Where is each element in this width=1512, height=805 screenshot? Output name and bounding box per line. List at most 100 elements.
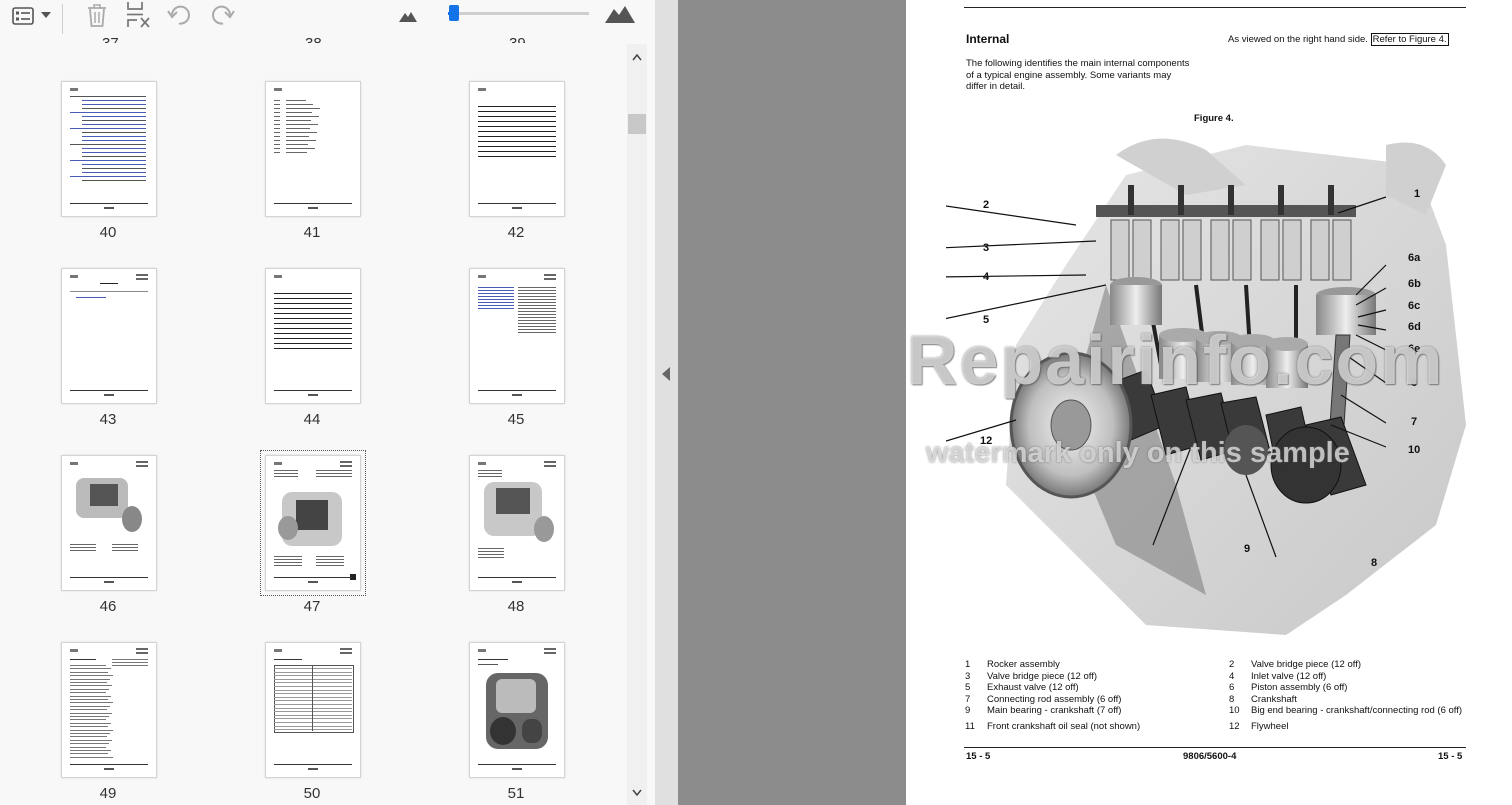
thumbnail-panel: 37 38 39 40 41 42 43 44 45 46 47 48 49 50 51	[0, 0, 655, 805]
legend-text: Exhaust valve (12 off)	[987, 682, 1079, 693]
legend-number: 2	[1229, 659, 1235, 670]
legend-text: Piston assembly (6 off)	[1251, 682, 1348, 693]
thumbnail-scrollbar[interactable]	[627, 44, 647, 805]
legend-number: 11	[965, 720, 975, 732]
legend-row: 5 Exhaust valve (12 off) 6 Piston assembly …	[965, 682, 1469, 694]
page-thumbnail[interactable]	[260, 450, 366, 596]
page-thumbnail[interactable]	[469, 268, 565, 404]
callout-label: 1	[1414, 188, 1421, 200]
legend-number: 10	[1229, 705, 1240, 716]
page-number-label[interactable]: 49	[60, 785, 156, 802]
page-number-label[interactable]: 47	[264, 598, 360, 615]
page-number-label[interactable]: 42	[468, 224, 564, 241]
page-thumbnail[interactable]	[469, 81, 565, 217]
document-page: Internal As viewed on the right hand sid…	[906, 0, 1512, 805]
page-number-label[interactable]: 51	[468, 785, 564, 802]
legend-row: 9 Main bearing - crankshaft (7 off) 10 Big …	[965, 705, 1469, 717]
legend-number: 7	[965, 693, 971, 705]
page-label-partial: 37	[102, 35, 119, 43]
legend-text: Front crankshaft oil seal (not shown)	[987, 720, 1141, 732]
rotate-left-icon	[167, 5, 190, 25]
callout-label: 6a	[1408, 252, 1421, 264]
legend-text: Big end bearing - crankshaft/connecting …	[1251, 705, 1463, 716]
legend-row: 3 Valve bridge piece (12 off) 4 Inlet valve…	[965, 671, 1469, 683]
callout-label: 9	[1244, 543, 1251, 555]
page-thumbnail[interactable]	[265, 81, 361, 217]
callout-label: 10	[1408, 444, 1421, 456]
page-number-label[interactable]: 41	[264, 224, 360, 241]
zoom-small-icon	[399, 12, 417, 22]
zoom-slider-thumb[interactable]	[449, 5, 459, 21]
intro-line: The following identifies the main intern…	[966, 58, 1190, 69]
header-note: As viewed on the right hand side. Refer …	[1228, 33, 1449, 46]
scroll-down-icon[interactable]	[632, 789, 642, 796]
page-thumbnail[interactable]	[265, 268, 361, 404]
callout-label: 8	[1371, 557, 1378, 569]
legend-number: 8	[1229, 693, 1235, 705]
zoom-out-button[interactable]	[397, 8, 419, 24]
footer-rule	[964, 747, 1466, 748]
rotate-right-button[interactable]	[208, 2, 236, 28]
legend-text: Valve bridge piece (12 off)	[987, 670, 1098, 682]
legend-text: Valve bridge piece (12 off)	[1251, 659, 1362, 670]
page-number-label[interactable]: 43	[60, 411, 156, 428]
callout-label: 3	[983, 242, 990, 254]
page-thumbnail[interactable]	[265, 642, 361, 778]
parts-legend: 1 Rocker assembly 2 Valve bridge piece (12 …	[965, 659, 1469, 733]
footer-page-left: 15 - 5	[966, 751, 991, 762]
page-thumbnail[interactable]	[61, 81, 157, 217]
thumbnail-grid: 40 41 42 43 44 45 46 47 48 49 50 51	[0, 44, 627, 805]
legend-text: Main bearing - crankshaft (7 off)	[987, 705, 1122, 716]
dropdown-arrow-icon	[41, 12, 51, 18]
insert-page-button[interactable]	[124, 1, 152, 29]
intro-line: of a typical engine assembly. Some varia…	[966, 70, 1172, 81]
header-note-text: As viewed on the right hand side.	[1228, 34, 1368, 45]
legend-row: 7 Connecting rod assembly (6 off) 8 Cranksh…	[965, 694, 1469, 706]
figure-caption: Figure 4.	[1194, 113, 1234, 124]
insert-page-icon	[127, 2, 150, 28]
watermark-subtitle: watermark only on this sample	[926, 437, 1350, 469]
footer-page-right: 15 - 5	[1438, 751, 1463, 762]
collapse-panel-icon[interactable]	[662, 367, 670, 381]
callout-label: 6b	[1408, 278, 1421, 290]
page-thumbnail[interactable]	[61, 642, 157, 778]
rotate-left-button[interactable]	[166, 2, 194, 28]
legend-number: 1	[965, 659, 971, 670]
legend-number: 4	[1229, 670, 1235, 682]
scroll-up-icon[interactable]	[632, 54, 642, 61]
figure-link[interactable]: Refer to Figure 4.	[1370, 33, 1449, 46]
page-number-label[interactable]: 45	[468, 411, 564, 428]
page-thumbnail[interactable]	[469, 455, 565, 591]
legend-number: 6	[1229, 682, 1235, 693]
callout-label: 7	[1411, 416, 1418, 428]
panel-splitter[interactable]	[655, 0, 678, 805]
page-thumbnail[interactable]	[469, 642, 565, 778]
options-menu-button[interactable]	[10, 6, 36, 26]
page-number-label[interactable]: 44	[264, 411, 360, 428]
page-number-label[interactable]: 40	[60, 224, 156, 241]
zoom-in-button[interactable]	[604, 4, 636, 24]
page-number-label[interactable]: 50	[264, 785, 360, 802]
callout-label: 2	[983, 199, 990, 211]
legend-text: Inlet valve (12 off)	[1251, 670, 1327, 682]
options-dropdown-button[interactable]	[40, 9, 52, 21]
legend-number: 3	[965, 670, 971, 682]
page-thumbnail[interactable]	[61, 455, 157, 591]
page-toolbar	[0, 0, 655, 44]
zoom-large-icon	[605, 6, 635, 23]
legend-text: Crankshaft	[1251, 693, 1297, 705]
delete-page-button[interactable]	[84, 2, 110, 28]
page-thumbnail[interactable]	[61, 268, 157, 404]
options-menu-icon	[12, 7, 34, 25]
intro-line: differ in detail.	[966, 81, 1025, 92]
legend-number: 9	[965, 705, 971, 716]
zoom-slider[interactable]	[448, 5, 589, 21]
page-label-partial: 39	[509, 35, 526, 43]
scrollbar-thumb[interactable]	[628, 114, 646, 134]
page-number-label[interactable]: 48	[468, 598, 564, 615]
legend-number: 12	[1229, 720, 1240, 732]
legend-text: Flywheel	[1251, 720, 1289, 732]
callout-label: 4	[983, 271, 990, 283]
page-label-partial: 38	[305, 35, 322, 43]
page-number-label[interactable]: 46	[60, 598, 156, 615]
